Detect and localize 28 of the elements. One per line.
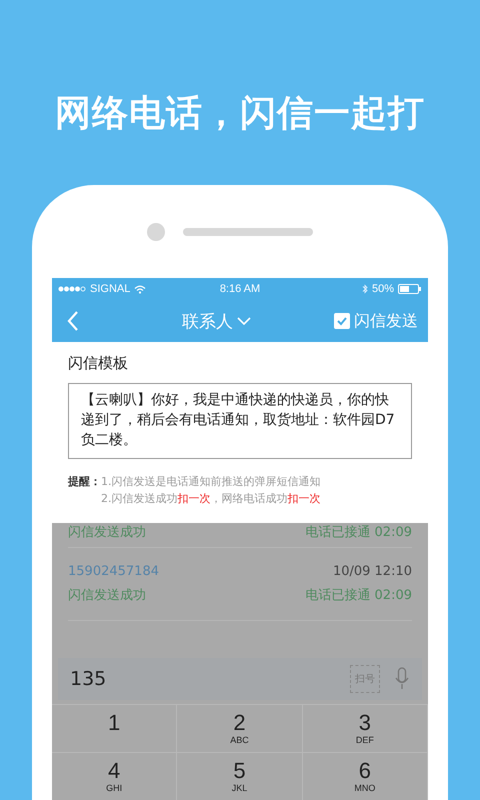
dial-key[interactable]: 6 MNO: [302, 752, 428, 800]
message-textarea[interactable]: 【云喇叭】你好，我是中通快递的快递员，你的快递到了，稍后会有电话通知，取货地址：软件园D7负二楼。: [68, 383, 412, 459]
flash-status: 闪信发送成功: [68, 524, 146, 542]
wifi-icon: [134, 284, 146, 294]
dial-key[interactable]: 5 JKL: [177, 752, 303, 800]
reminder-text: 1.闪信发送是电话通知前推送的弹屏短信通知: [101, 474, 320, 490]
call-result: 电话已接通 02:09: [305, 524, 412, 542]
dialog-title: 闪信模板: [68, 354, 129, 373]
bluetooth-icon: [362, 284, 368, 294]
dial-key[interactable]: 4 GHI: [52, 752, 178, 800]
battery-percent: 50%: [372, 283, 394, 295]
clock-time: 8:16 AM: [220, 283, 260, 295]
call-result: 电话已接通 02:09: [305, 587, 412, 605]
dial-key[interactable]: 2 ABC: [177, 704, 303, 752]
reminder-label: 提醒：: [68, 474, 101, 490]
call-time: 10/09 12:10: [332, 563, 412, 581]
headline: 网络电话，闪信一起打: [55, 92, 425, 136]
signal-icon: [58, 286, 86, 292]
dial-key[interactable]: 1: [52, 704, 178, 752]
battery-icon: [398, 284, 422, 294]
camera-dot: [147, 222, 165, 240]
flash-status: 闪信发送成功: [68, 587, 146, 605]
reminder-text: 2.闪信发送成功扣一次，网络电话成功扣一次: [101, 491, 320, 507]
microphone-icon[interactable]: [394, 667, 410, 691]
dial-key[interactable]: 3 DEF: [302, 704, 428, 752]
chevron-down-icon: [237, 317, 251, 325]
carrier-name: SIGNAL: [90, 283, 130, 295]
back-icon[interactable]: [66, 310, 80, 332]
